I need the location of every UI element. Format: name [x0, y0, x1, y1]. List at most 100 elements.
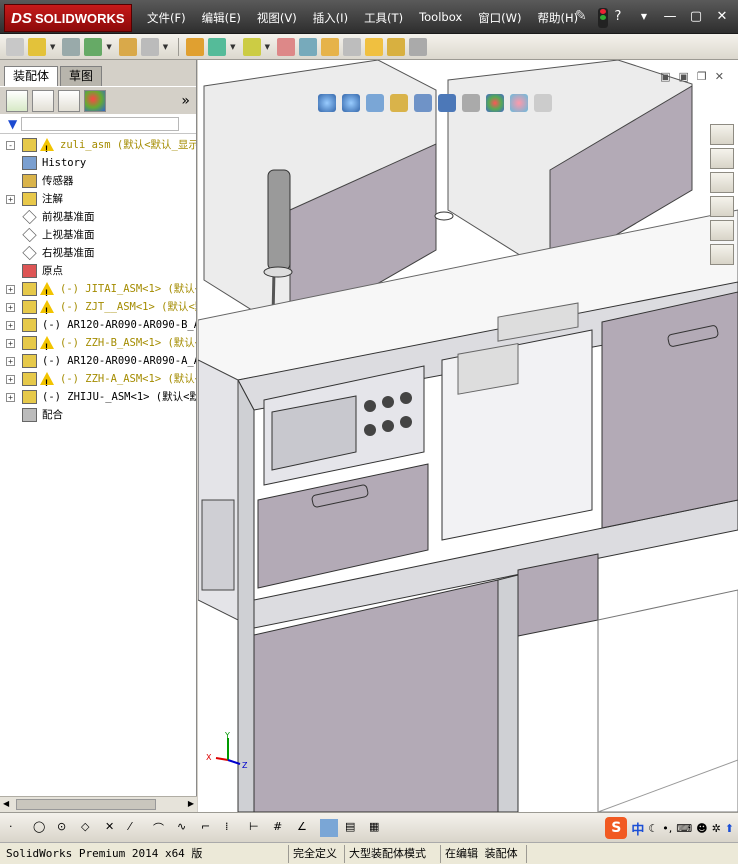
menu-insert[interactable]: 插入(I)	[306, 8, 355, 28]
ime-skin-icon[interactable]: ☻	[696, 822, 707, 835]
help-icon[interactable]: ?	[610, 9, 626, 25]
propertymanager-tab-icon[interactable]	[32, 89, 54, 112]
expand-icon[interactable]: +	[6, 195, 15, 204]
mate-icon[interactable]	[62, 37, 81, 56]
menu-window[interactable]: 窗口(W)	[471, 8, 528, 28]
section-view-icon[interactable]	[390, 94, 408, 112]
restore-button[interactable]: ▢	[688, 9, 704, 25]
tree-item[interactable]: + (-) AR120-AR090-AR090-B_AS	[0, 316, 196, 334]
sogou-ime-logo[interactable]: S	[605, 817, 628, 839]
smart-fasteners-icon[interactable]	[118, 37, 137, 56]
shaded-display-icon[interactable]	[320, 818, 338, 837]
collapse-icon[interactable]: -	[6, 141, 15, 150]
grid-icon[interactable]: #	[272, 819, 290, 837]
menu-toolbox[interactable]: Toolbox	[412, 8, 469, 28]
dropdown-arrow-icon[interactable]: ▼	[50, 43, 55, 51]
configurationmanager-tab-icon[interactable]	[58, 89, 80, 112]
move-component-icon[interactable]	[140, 37, 159, 56]
filter-icon[interactable]: ▼	[8, 117, 17, 131]
more-tabs-icon[interactable]: »	[181, 93, 190, 109]
file-explorer-icon[interactable]	[710, 172, 734, 193]
explode-line-sketch-icon[interactable]	[342, 37, 361, 56]
angle-icon[interactable]: ∠	[296, 819, 314, 837]
circle-icon[interactable]: ◯	[32, 819, 50, 837]
dropdown-arrow-icon[interactable]: ▼	[106, 43, 111, 51]
zoom-to-area-icon[interactable]	[342, 94, 360, 112]
design-library-icon[interactable]	[710, 148, 734, 169]
menu-tools[interactable]: 工具(T)	[357, 8, 410, 28]
ime-punctuation-icon[interactable]: •,	[662, 822, 672, 835]
point-icon[interactable]: ·	[8, 819, 26, 837]
reference-geometry-icon[interactable]	[242, 37, 261, 56]
expand-icon[interactable]: +	[6, 393, 15, 402]
ime-moon-icon[interactable]: ☾	[648, 822, 658, 835]
edit-appearance-icon[interactable]	[486, 94, 504, 112]
expand-icon[interactable]: +	[6, 285, 15, 294]
tree-item[interactable]: 右视基准面	[0, 244, 196, 262]
hide-show-items-icon[interactable]	[462, 94, 480, 112]
expand-icon[interactable]: +	[6, 303, 15, 312]
menu-edit[interactable]: 编辑(E)	[195, 8, 248, 28]
view-palette-icon[interactable]	[710, 196, 734, 217]
tree-item[interactable]: 原点	[0, 262, 196, 280]
scroll-left-icon[interactable]: ◀	[3, 799, 9, 808]
apply-scene-icon[interactable]	[510, 94, 528, 112]
minimize-button[interactable]: —	[662, 9, 678, 25]
tree-item[interactable]: History	[0, 154, 196, 172]
close-button[interactable]: ✕	[714, 9, 730, 25]
dropdown-arrow-icon[interactable]: ▼	[230, 43, 235, 51]
rebuild-traffic-light-icon[interactable]	[598, 8, 608, 28]
ime-language-toggle[interactable]: 中	[631, 819, 644, 838]
arc-icon[interactable]: ⌒	[152, 819, 170, 837]
dropdown-arrow-icon[interactable]: ▼	[265, 43, 270, 51]
expand-icon[interactable]: +	[6, 375, 15, 384]
assembly-toolbar-icon[interactable]	[6, 37, 24, 56]
featuremanager-tab-icon[interactable]	[6, 89, 28, 112]
tab-sketch[interactable]: 草图	[60, 66, 103, 86]
clearance-verification-icon[interactable]	[386, 37, 405, 56]
centerpoint-icon[interactable]: ⊙	[56, 819, 74, 837]
filter-input[interactable]	[21, 116, 180, 131]
tree-item[interactable]: + (-) ZZH-A_ASM<1> (默认<默	[0, 370, 196, 388]
tree-item[interactable]: 前视基准面	[0, 208, 196, 226]
tree-item[interactable]: + 注解	[0, 190, 196, 208]
insert-component-icon[interactable]	[28, 37, 46, 56]
graphics-viewport[interactable]: ▣ ▣ ❐ ✕ X Y Z	[198, 60, 738, 812]
ime-settings-icon[interactable]: ✲	[712, 822, 721, 835]
viewport-split-icon[interactable]: ▣	[679, 70, 689, 83]
menu-view[interactable]: 视图(V)	[250, 8, 304, 28]
view-settings-icon[interactable]	[534, 94, 552, 112]
trim-icon[interactable]: ✕	[104, 819, 122, 837]
view-orientation-icon[interactable]	[414, 94, 432, 112]
convert-entities-icon[interactable]: ⁞	[224, 819, 242, 837]
viewport-close-icon[interactable]: ✕	[715, 70, 724, 83]
expand-icon[interactable]: +	[6, 357, 15, 366]
ime-keyboard-icon[interactable]: ⌨	[676, 822, 692, 835]
menu-file[interactable]: 文件(F)	[140, 8, 193, 28]
help-dropdown-icon[interactable]: ▼	[636, 9, 652, 25]
tree-item[interactable]: 配合	[0, 406, 196, 424]
pin-icon[interactable]: ✎	[575, 8, 587, 24]
polygon-icon[interactable]: ◇	[80, 819, 98, 837]
split-view-icon[interactable]: ▦	[368, 819, 386, 837]
tree-item[interactable]: 上视基准面	[0, 226, 196, 244]
bill-of-materials-icon[interactable]	[298, 37, 317, 56]
spline-icon[interactable]: ∿	[176, 819, 194, 837]
previous-view-icon[interactable]	[366, 94, 384, 112]
appearances-scenes-icon[interactable]	[710, 220, 734, 241]
hole-alignment-icon[interactable]	[408, 37, 427, 56]
dropdown-arrow-icon[interactable]: ▼	[163, 43, 168, 51]
scrollbar-thumb[interactable]	[16, 799, 156, 810]
smart-dimension-icon[interactable]: ⊢	[248, 819, 266, 837]
view-layout-icon[interactable]: ▤	[344, 819, 362, 837]
custom-properties-icon[interactable]	[710, 244, 734, 265]
ime-upload-icon[interactable]: ⬆	[725, 822, 734, 835]
tree-item[interactable]: + (-) ZZH-B_ASM<1> (默认<默	[0, 334, 196, 352]
viewport-restore-icon[interactable]: ❐	[697, 70, 707, 83]
tree-item[interactable]: - zuli_asm (默认<默认_显示状	[0, 136, 196, 154]
linear-pattern-icon[interactable]	[84, 37, 103, 56]
tree-item[interactable]: + (-) AR120-AR090-AR090-A_AS	[0, 352, 196, 370]
tree-item[interactable]: 传感器	[0, 172, 196, 190]
display-style-icon[interactable]	[438, 94, 456, 112]
assembly-features-icon[interactable]	[208, 37, 227, 56]
